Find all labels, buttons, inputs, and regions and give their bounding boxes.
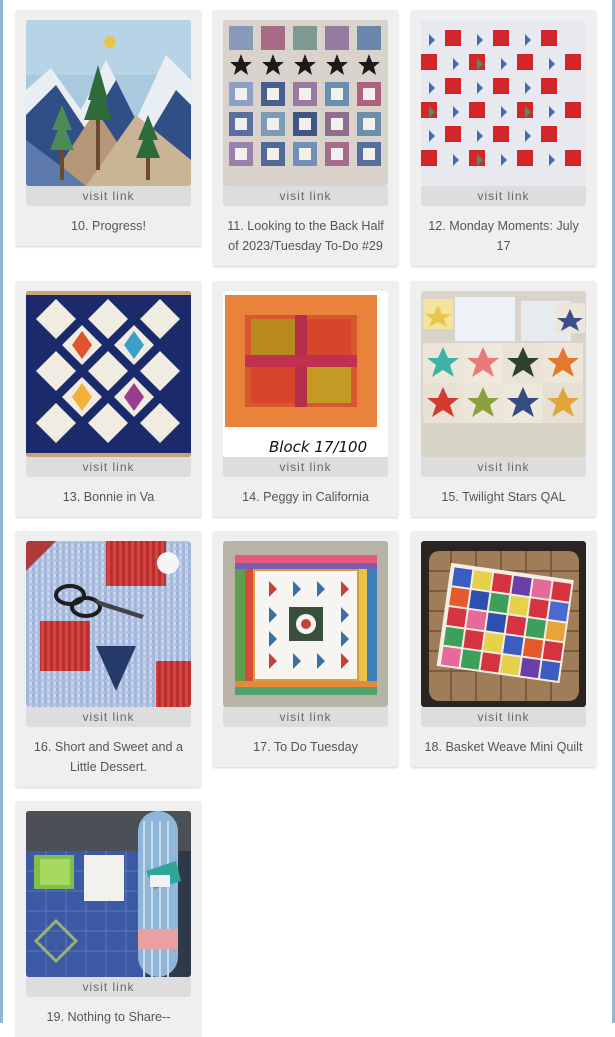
- visit-link-button[interactable]: visit link: [421, 707, 586, 727]
- visit-link-button[interactable]: visit link: [223, 186, 388, 206]
- block-17-handwritten-label: Block 17/100: [269, 438, 367, 456]
- link-thumbnail-log-cabin-stars-quilt[interactable]: [223, 20, 388, 186]
- link-card: visit link 17. To Do Tuesday: [213, 531, 398, 767]
- link-card: visit link 19. Nothing to Share--: [16, 801, 201, 1037]
- link-thumbnail-pinwheel-medallion-quilt[interactable]: [223, 541, 388, 707]
- link-card: visit link 13. Bonnie in Va: [16, 281, 201, 517]
- link-thumbnail-maple-leaf-pinwheel-quilt[interactable]: [421, 20, 586, 186]
- link-thumbnail-basket-weave-mini-quilt[interactable]: [421, 541, 586, 707]
- link-thumbnail-string-diamond-quilt[interactable]: [26, 291, 191, 457]
- link-thumbnail-mountain-quilt[interactable]: [26, 20, 191, 186]
- link-caption[interactable]: 15. Twilight Stars QAL: [421, 477, 586, 517]
- visit-link-button[interactable]: visit link: [26, 186, 191, 206]
- link-caption[interactable]: 12. Monday Moments: July 17: [421, 206, 586, 266]
- link-caption[interactable]: 19. Nothing to Share--: [26, 997, 191, 1037]
- link-caption[interactable]: 17. To Do Tuesday: [223, 727, 388, 767]
- link-card: visit link 18. Basket Weave Mini Quilt: [411, 531, 596, 767]
- link-thumbnail-sewing-table[interactable]: [26, 811, 191, 977]
- link-card: visit link 15. Twilight Stars QAL: [411, 281, 596, 517]
- link-thumbnail-twilight-stars-quilt[interactable]: [421, 291, 586, 457]
- link-card: visit link 16. Short and Sweet and a Lit…: [16, 531, 201, 787]
- visit-link-button[interactable]: visit link: [26, 977, 191, 997]
- link-caption[interactable]: 11. Looking to the Back Half of 2023/Tue…: [223, 206, 388, 266]
- link-party-grid: visit link 10. Progress! visit link 11. …: [0, 0, 615, 1037]
- link-caption[interactable]: 18. Basket Weave Mini Quilt: [421, 727, 586, 767]
- visit-link-button[interactable]: visit link: [26, 457, 191, 477]
- link-caption[interactable]: 10. Progress!: [26, 206, 191, 246]
- visit-link-button[interactable]: visit link: [26, 707, 191, 727]
- link-caption[interactable]: 16. Short and Sweet and a Little Dessert…: [26, 727, 191, 787]
- link-thumbnail-gingham-quilt-with-scissors[interactable]: [26, 541, 191, 707]
- link-card: visit link 12. Monday Moments: July 17: [411, 10, 596, 266]
- link-card: visit link 11. Looking to the Back Half …: [213, 10, 398, 266]
- visit-link-button[interactable]: visit link: [421, 186, 586, 206]
- visit-link-button[interactable]: visit link: [223, 707, 388, 727]
- link-card: visit link 10. Progress!: [16, 10, 201, 246]
- link-thumbnail-block-17-quilt[interactable]: Block 17/100: [223, 291, 388, 457]
- visit-link-button[interactable]: visit link: [421, 457, 586, 477]
- link-card: Block 17/100 visit link 14. Peggy in Cal…: [213, 281, 398, 517]
- link-caption[interactable]: 14. Peggy in California: [223, 477, 388, 517]
- link-caption[interactable]: 13. Bonnie in Va: [26, 477, 191, 517]
- visit-link-button[interactable]: visit link: [223, 457, 388, 477]
